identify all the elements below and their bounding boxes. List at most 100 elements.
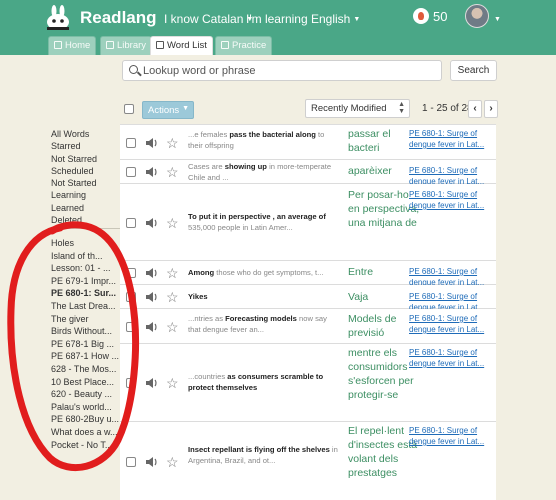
brand-name[interactable]: Readlang bbox=[80, 8, 157, 28]
list-item[interactable]: Palau's world... bbox=[51, 401, 119, 414]
row-checkbox[interactable] bbox=[126, 292, 136, 302]
rabbit-logo-icon[interactable] bbox=[44, 5, 72, 31]
filter-deleted[interactable]: Deleted bbox=[51, 214, 121, 226]
filter-scheduled[interactable]: Scheduled bbox=[51, 165, 121, 177]
list-item[interactable]: 628 - The Mos... bbox=[51, 363, 119, 376]
speaker-icon[interactable] bbox=[145, 321, 159, 333]
tab-word-list[interactable]: Word List bbox=[150, 36, 213, 55]
row-checkbox[interactable] bbox=[126, 218, 136, 228]
chevron-right-icon[interactable]: › bbox=[484, 100, 498, 118]
chevron-down-icon[interactable]: ▼ bbox=[494, 16, 501, 23]
table-row: ☆ To put it in perspective , an average … bbox=[120, 184, 496, 261]
star-icon[interactable]: ☆ bbox=[166, 376, 179, 390]
actions-dropdown[interactable]: Actions ▼ bbox=[142, 101, 194, 119]
table-row: ☆ Insect repellant is flying off the she… bbox=[120, 422, 496, 500]
context-phrase: showing up bbox=[224, 162, 267, 171]
table-row: ☆ ...e females pass the bacterial along t… bbox=[120, 125, 496, 160]
source-link[interactable]: PE 680-1: Surge of dengue fever in Lat..… bbox=[409, 313, 493, 335]
source-link[interactable]: PE 680-1: Surge of dengue fever in Lat..… bbox=[409, 189, 493, 211]
search-input[interactable] bbox=[143, 63, 433, 78]
list-item[interactable]: PE 678-1 Big ... bbox=[51, 338, 119, 351]
context-text: To put it in perspective , an average of… bbox=[188, 211, 340, 233]
table-row: ☆ Yikes Vaja PE 680-1: Surge of dengue fe… bbox=[120, 285, 496, 312]
word-filter-list: All Words Starred Not Starred Scheduled … bbox=[51, 128, 121, 226]
filter-starred[interactable]: Starred bbox=[51, 140, 121, 152]
list-item[interactable]: Lesson: 01 - ... bbox=[51, 262, 119, 275]
select-all-checkbox[interactable] bbox=[124, 104, 134, 114]
speaker-icon[interactable] bbox=[145, 217, 159, 229]
speaker-icon[interactable] bbox=[145, 137, 159, 149]
list-item[interactable]: PE 687-1 How ... bbox=[51, 350, 119, 363]
list-item[interactable]: PE 679-1 Impr... bbox=[51, 275, 119, 288]
list-item[interactable]: What does a w... bbox=[51, 426, 119, 439]
tab-home[interactable]: Home bbox=[48, 36, 97, 55]
speaker-icon[interactable] bbox=[145, 377, 159, 389]
learning-language-dropdown[interactable]: I'm learning English ▼ bbox=[246, 12, 360, 26]
list-item[interactable]: PE 680-2Buy u... bbox=[51, 413, 119, 426]
context-pre: ...e females bbox=[188, 130, 228, 139]
speaker-icon[interactable] bbox=[145, 291, 159, 303]
context-pre: ...ntries as bbox=[188, 314, 224, 323]
search-icon bbox=[129, 65, 138, 74]
context-text: Among those who do get symptoms, t... bbox=[188, 267, 340, 278]
search-box bbox=[122, 60, 442, 81]
row-checkbox[interactable] bbox=[126, 322, 136, 332]
row-checkbox[interactable] bbox=[126, 167, 136, 177]
star-icon[interactable]: ☆ bbox=[166, 266, 179, 280]
avatar[interactable] bbox=[465, 4, 489, 28]
star-icon[interactable]: ☆ bbox=[166, 165, 179, 179]
chevron-down-icon: ▼ bbox=[182, 105, 189, 112]
list-item[interactable]: Holes bbox=[51, 237, 119, 250]
filter-learning[interactable]: Learning bbox=[51, 189, 121, 201]
filter-not-started[interactable]: Not Started bbox=[51, 177, 121, 189]
row-checkbox[interactable] bbox=[126, 378, 136, 388]
context-phrase: Insect repellant is flying off the shelv… bbox=[188, 445, 330, 454]
list-item[interactable]: PE 680-1: Sur... bbox=[51, 287, 119, 300]
context-pre: ...countries bbox=[188, 372, 226, 381]
source-link[interactable]: PE 680-1: Surge of dengue fever in Lat..… bbox=[409, 128, 493, 150]
filter-all-words[interactable]: All Words bbox=[51, 128, 121, 140]
speaker-icon[interactable] bbox=[145, 456, 159, 468]
row-checkbox[interactable] bbox=[126, 138, 136, 148]
list-item[interactable]: Island of th... bbox=[51, 250, 119, 263]
known-language-dropdown[interactable]: I know Catalan ▼ bbox=[164, 12, 253, 26]
context-phrase: pass the bacterial along bbox=[229, 130, 316, 139]
tab-practice[interactable]: Practice bbox=[215, 36, 273, 55]
speaker-icon[interactable] bbox=[145, 166, 159, 178]
question-icon bbox=[221, 41, 229, 49]
speaker-icon[interactable] bbox=[145, 267, 159, 279]
tab-library[interactable]: Library bbox=[100, 36, 153, 55]
pagination-range: 1 - 25 of 28 bbox=[422, 103, 473, 114]
list-item[interactable]: The Last Drea... bbox=[51, 300, 119, 313]
chevron-left-icon[interactable]: ‹ bbox=[468, 100, 482, 118]
row-checkbox[interactable] bbox=[126, 457, 136, 467]
chevron-down-icon: ▼ bbox=[353, 16, 361, 23]
star-icon[interactable]: ☆ bbox=[166, 290, 179, 304]
context-text: Insect repellant is flying off the shelv… bbox=[188, 444, 340, 466]
filter-learned[interactable]: Learned bbox=[51, 202, 121, 214]
tab-strip: Home Library Word List Practice bbox=[0, 35, 556, 55]
source-link[interactable]: PE 680-1: Surge of dengue fever in Lat..… bbox=[409, 425, 493, 447]
star-icon[interactable]: ☆ bbox=[166, 320, 179, 334]
list-item[interactable]: 620 - Beauty ... bbox=[51, 388, 119, 401]
list-item[interactable]: 10 Best Place... bbox=[51, 376, 119, 389]
book-icon bbox=[106, 41, 114, 49]
table-row: ☆ ...countries as consumers scramble to p… bbox=[120, 344, 496, 422]
source-link[interactable]: PE 680-1: Surge of dengue fever in Lat..… bbox=[409, 347, 493, 369]
sort-select[interactable]: Recently Modified ▲ ▼ bbox=[305, 99, 410, 118]
star-icon[interactable]: ☆ bbox=[166, 216, 179, 230]
fire-streak-icon bbox=[413, 8, 429, 24]
list-item[interactable]: Birds Without... bbox=[51, 325, 119, 338]
table-row: ☆ Among those who do get symptoms, t... E… bbox=[120, 261, 496, 287]
search-button[interactable]: Search bbox=[450, 60, 497, 81]
list-item[interactable]: Pocket - No T... bbox=[51, 439, 119, 452]
learning-language-label: I'm learning English bbox=[246, 12, 351, 26]
table-row: ☆ Cases are showing up in more-temperate … bbox=[120, 160, 496, 186]
star-icon[interactable]: ☆ bbox=[166, 136, 179, 150]
row-checkbox[interactable] bbox=[126, 268, 136, 278]
list-item[interactable]: The giver bbox=[51, 313, 119, 326]
context-text: ...ntries as Forecasting models now say … bbox=[188, 313, 340, 335]
filter-not-starred[interactable]: Not Starred bbox=[51, 153, 121, 165]
star-icon[interactable]: ☆ bbox=[166, 455, 179, 469]
context-text: Yikes bbox=[188, 291, 340, 302]
